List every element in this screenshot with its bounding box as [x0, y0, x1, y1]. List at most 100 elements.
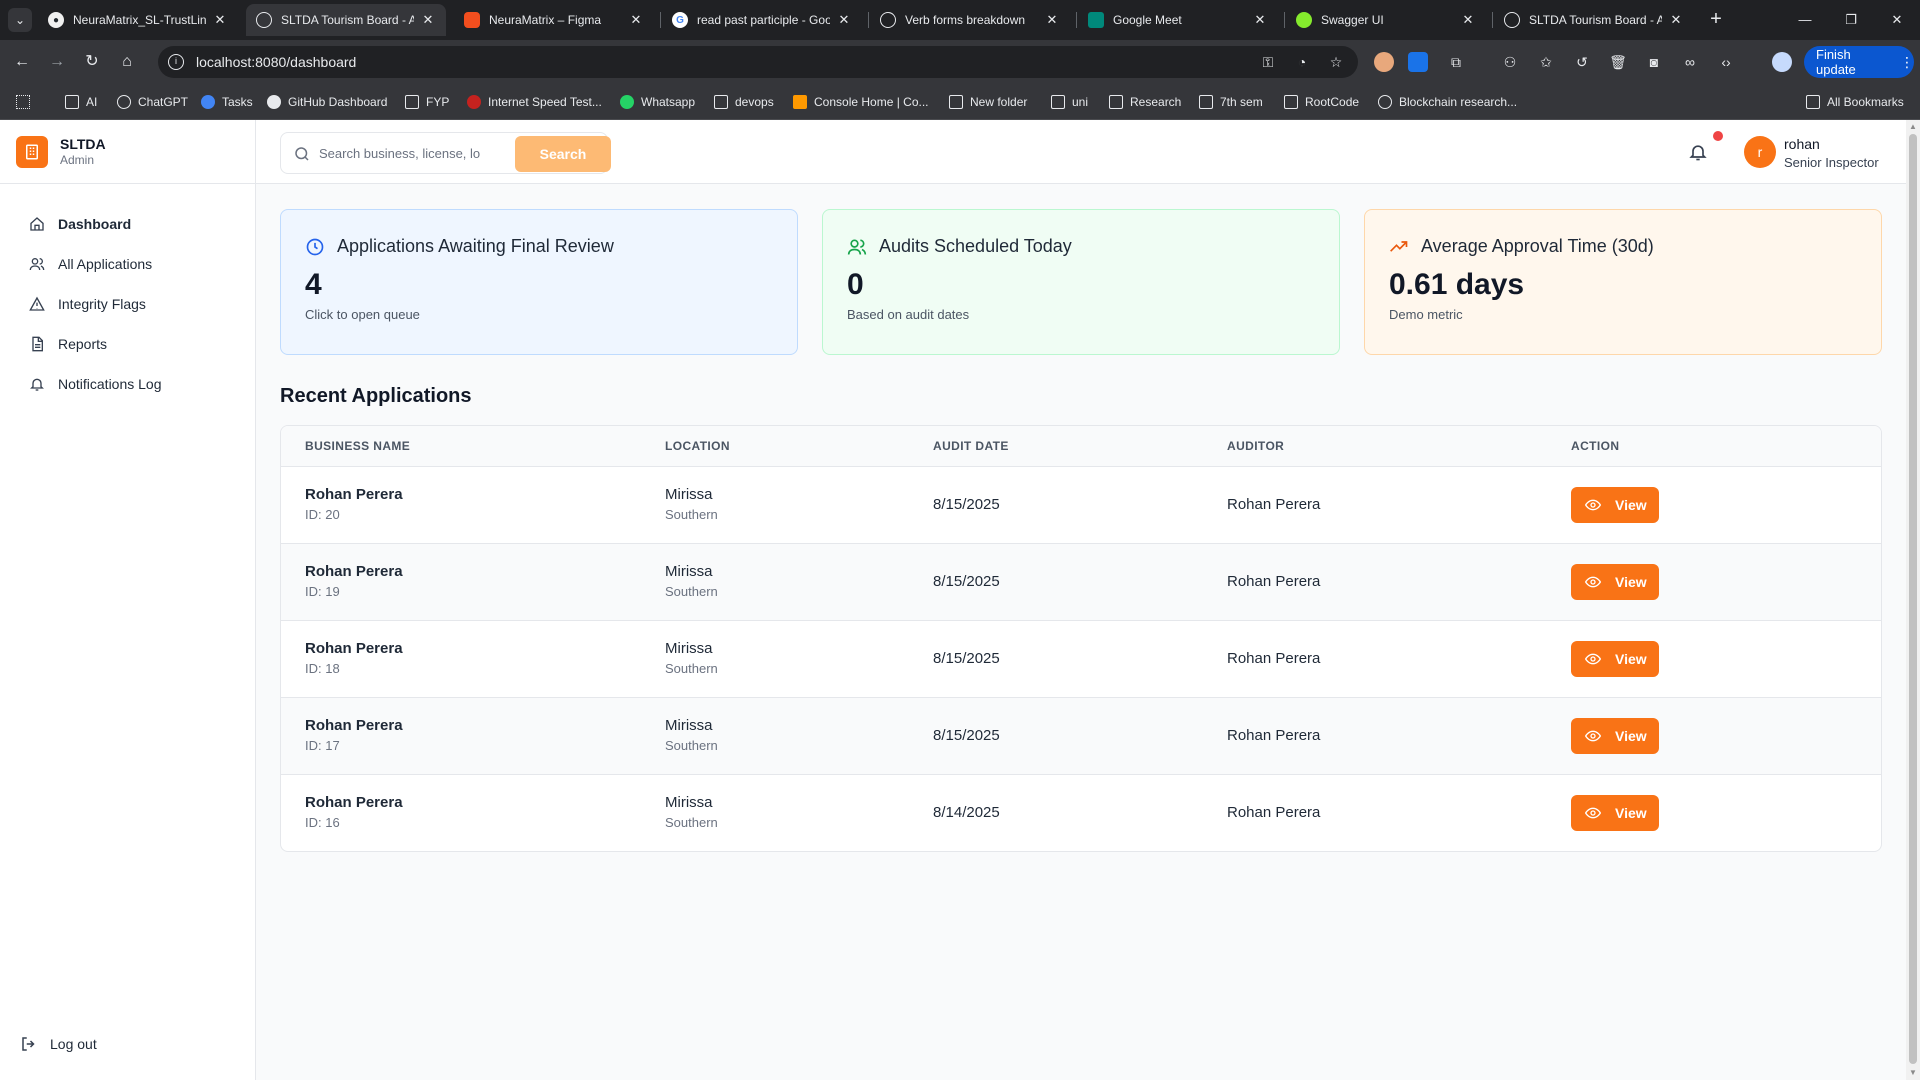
view-button[interactable]: View [1571, 640, 1659, 677]
scroll-up-icon[interactable]: ▲ [1906, 120, 1920, 134]
close-icon[interactable]: ✕ [1044, 12, 1060, 28]
back-icon[interactable]: ← [10, 50, 34, 74]
browser-tab[interactable]: Google Meet ✕ [1078, 4, 1278, 36]
bookmark-item[interactable]: Research [1109, 93, 1181, 111]
incognito-icon[interactable]: ⚇ [1500, 52, 1520, 72]
url-text[interactable]: localhost:8080/dashboard [196, 54, 356, 70]
browser-tab-active[interactable]: SLTDA Tourism Board - Ad ✕ [246, 4, 446, 36]
close-icon[interactable]: ✕ [628, 12, 644, 28]
search-button[interactable]: Search [515, 136, 611, 172]
tab-separator [1284, 12, 1285, 28]
card-title: Audits Scheduled Today [879, 236, 1072, 256]
apps-grid-icon[interactable] [16, 93, 37, 111]
trending-up-icon [1390, 240, 1408, 252]
reload-icon[interactable]: ↻ [80, 50, 104, 74]
close-icon[interactable]: ✕ [1668, 12, 1684, 28]
close-icon[interactable]: ✕ [836, 12, 852, 28]
history-icon[interactable]: ↺ [1572, 52, 1592, 72]
table-row: Rohan Perera ID: 18 Mirissa Southern 8/15/… [281, 620, 1881, 698]
bookmark-item[interactable]: uni [1051, 93, 1088, 111]
trash-icon[interactable]: 🗑 [1608, 52, 1628, 72]
view-button[interactable]: View [1571, 563, 1659, 600]
logout-icon [22, 1037, 35, 1051]
password-key-icon[interactable]: ⚿ [1258, 52, 1278, 72]
close-icon[interactable]: ✕ [212, 12, 228, 28]
sidebar-item-dashboard[interactable]: Dashboard [16, 204, 240, 244]
sidebar-item-integrity-flags[interactable]: Integrity Flags [16, 284, 240, 324]
bookmark-item[interactable]: FYP [405, 93, 449, 111]
close-icon[interactable]: ✕ [1252, 12, 1268, 28]
bookmark-item[interactable]: ChatGPT [117, 93, 188, 111]
bookmark-item[interactable]: New folder [949, 93, 1027, 111]
browser-tab[interactable]: SLTDA Tourism Board - Ad ✕ [1494, 4, 1694, 36]
view-button[interactable]: View [1571, 794, 1659, 831]
audit-date: 8/14/2025 [933, 803, 1000, 821]
search-input[interactable] [319, 141, 489, 165]
bookmark-item[interactable]: Blockchain research... [1378, 93, 1517, 111]
minimize-icon[interactable]: — [1782, 0, 1828, 40]
table-row: Rohan Perera ID: 19 Mirissa Southern 8/15/… [281, 543, 1881, 621]
window-close-icon[interactable]: ✕ [1874, 0, 1920, 40]
favorites-icon[interactable]: ✩ [1536, 52, 1556, 72]
all-bookmarks[interactable]: All Bookmarks [1806, 93, 1904, 111]
close-icon[interactable]: ✕ [420, 12, 436, 28]
address-bar[interactable]: i localhost:8080/dashboard ⚿ ◔ ☆ [158, 46, 1358, 78]
bookmark-item[interactable]: Tasks [201, 93, 253, 111]
new-tab-button[interactable]: + [1704, 8, 1728, 32]
bookmark-item[interactable]: GitHub Dashboard [267, 93, 387, 111]
view-button[interactable]: View [1571, 717, 1659, 754]
card-value: 4 [305, 268, 322, 301]
extension-icon[interactable] [1374, 52, 1394, 72]
logout-button[interactable]: Log out [20, 1032, 97, 1056]
province: Southern [665, 661, 718, 676]
tab-title: NeuraMatrix_SL-TrustLink [73, 13, 206, 27]
browser-tab[interactable]: Verb forms breakdown ✕ [870, 4, 1070, 36]
province: Southern [665, 738, 718, 753]
profile-avatar-icon[interactable] [1772, 52, 1792, 72]
restore-icon[interactable]: ❐ [1828, 0, 1874, 40]
bookmark-item[interactable]: Whatsapp [620, 93, 695, 111]
site-info-icon[interactable]: i [168, 54, 184, 70]
bell-icon [28, 375, 46, 393]
eye-icon [1585, 653, 1601, 664]
close-icon[interactable]: ✕ [1460, 12, 1476, 28]
scroll-down-icon[interactable]: ▼ [1906, 1066, 1920, 1080]
scrollbar-thumb[interactable] [1909, 134, 1917, 1064]
tab-search-button[interactable]: ⌄ [8, 8, 32, 32]
province: Southern [665, 584, 718, 599]
browser-tab[interactable]: NeuraMatrix – Figma ✕ [454, 4, 654, 36]
sidebar-item-notifications-log[interactable]: Notifications Log [16, 364, 240, 404]
notification-bell-icon[interactable] [1688, 142, 1708, 162]
page-scrollbar[interactable]: ▲ ▼ [1906, 120, 1920, 1080]
sidebar-item-all-applications[interactable]: All Applications [16, 244, 240, 284]
browser-tab[interactable]: G read past participle - Goo ✕ [662, 4, 862, 36]
code-icon[interactable]: ‹› [1716, 52, 1736, 72]
card-subtitle: Demo metric [1389, 307, 1463, 322]
bookmark-item[interactable]: Console Home | Co... [793, 93, 929, 111]
sidebar-item-reports[interactable]: Reports [16, 324, 240, 364]
column-header: LOCATION [641, 426, 909, 467]
extensions-puzzle-icon[interactable]: ⧉ [1446, 52, 1466, 72]
github-icon: ● [48, 12, 64, 28]
bookmark-item[interactable]: RootCode [1284, 93, 1359, 111]
browser-tab[interactable]: Swagger UI ✕ [1286, 4, 1486, 36]
bookmark-item[interactable]: 7th sem [1199, 93, 1263, 111]
extension-icon[interactable] [1408, 52, 1428, 72]
stat-card-awaiting-review[interactable]: Applications Awaiting Final Review 4 Cli… [280, 209, 798, 355]
clock-icon [306, 238, 324, 255]
user-info[interactable]: rohan Senior Inspector [1784, 136, 1879, 171]
screenshot-icon[interactable]: ◙ [1644, 52, 1664, 72]
avatar[interactable]: r [1744, 136, 1776, 168]
bookmark-item[interactable]: devops [714, 93, 774, 111]
notification-badge [1713, 131, 1723, 141]
forward-icon[interactable]: → [45, 50, 69, 74]
bookmark-item[interactable]: AI [65, 93, 97, 111]
bookmark-item[interactable]: Internet Speed Test... [467, 93, 602, 111]
browser-tab[interactable]: ● NeuraMatrix_SL-TrustLink ✕ [38, 4, 238, 36]
finish-update-button[interactable]: Finish update ⋮ [1804, 46, 1914, 78]
link-icon[interactable]: ∞ [1680, 52, 1700, 72]
performance-icon[interactable]: ◔ [1292, 52, 1312, 72]
bookmark-star-icon[interactable]: ☆ [1326, 52, 1346, 72]
home-icon[interactable]: ⌂ [115, 50, 139, 74]
view-button[interactable]: View [1571, 486, 1659, 523]
